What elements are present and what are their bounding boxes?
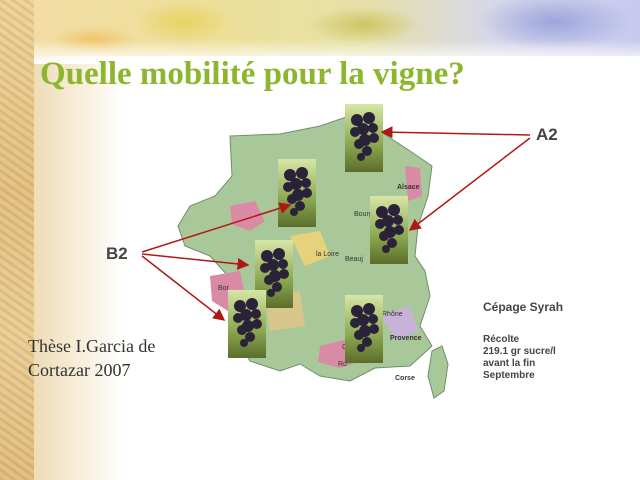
credit-line: Cortazar 2007 — [28, 360, 131, 380]
grape-photo — [370, 196, 408, 264]
harvest-line: Septembre — [483, 370, 535, 381]
grape-photo — [278, 159, 316, 227]
grape-photo — [228, 290, 266, 358]
label-a2: A2 — [536, 125, 558, 144]
france-map-graphic: Alsace Bourg la Loire Beauj Bor Côtes Rh… — [177, 113, 470, 406]
map-label-loire: la Loire — [316, 251, 339, 258]
harvest-line: 219.1 gr sucre/l — [483, 346, 556, 357]
credit-line: Thèse I.Garcia de — [28, 336, 156, 356]
decorative-left-strip — [0, 0, 34, 480]
harvest-line: avant la fin — [483, 358, 536, 369]
thesis-credit: Thèse I.Garcia de Cortazar 2007 — [28, 334, 155, 382]
map-label-beauj: Beauj — [345, 256, 363, 263]
grape-photo — [345, 295, 383, 363]
map-label-rhone: Rhône — [382, 311, 403, 318]
france-wine-map: Alsace Bourg la Loire Beauj Bor Côtes Rh… — [170, 96, 470, 406]
variety-label: Cépage Syrah — [483, 300, 564, 314]
map-label-provence: Provence — [390, 335, 422, 342]
label-b2: B2 — [106, 244, 128, 263]
slide-title: Quelle mobilité pour la vigne? — [40, 56, 465, 92]
harvest-info: Récolte 219.1 gr sucre/l avant la fin Se… — [483, 334, 556, 382]
harvest-line: Récolte — [483, 334, 520, 345]
map-label-alsace: Alsace — [397, 184, 420, 191]
grape-photo — [345, 104, 383, 172]
map-label-corse: Corse — [395, 375, 415, 382]
